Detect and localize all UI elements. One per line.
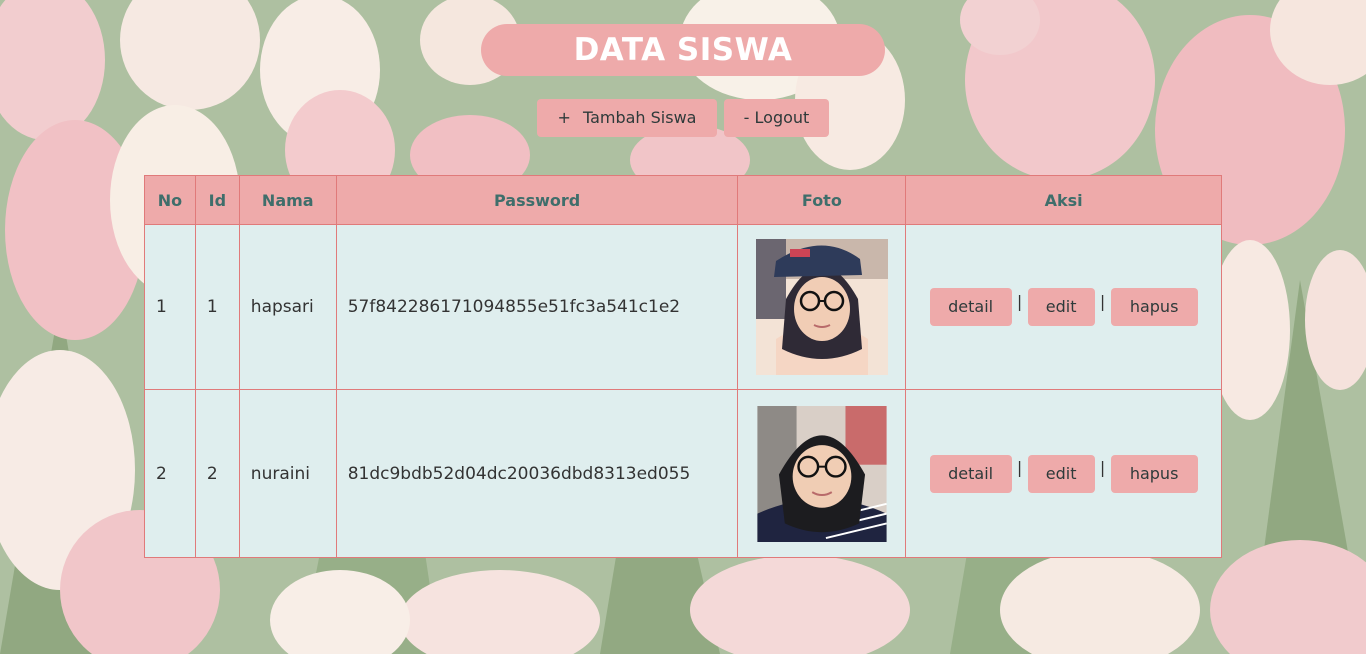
- column-header-password: Password: [335, 175, 739, 225]
- student-photo: [757, 405, 887, 542]
- action-group: detail | edit | hapus: [929, 454, 1198, 493]
- action-separator: |: [1016, 291, 1023, 311]
- logout-button[interactable]: - Logout: [724, 99, 829, 137]
- cell-nama: nuraini: [238, 389, 337, 558]
- action-group: detail | edit | hapus: [929, 288, 1198, 326]
- add-student-label: Tambah Siswa: [582, 108, 697, 127]
- cell-nama: hapsari: [238, 224, 337, 390]
- detail-button[interactable]: detail: [929, 454, 1012, 493]
- edit-button[interactable]: edit: [1027, 288, 1095, 326]
- cell-id: 1: [194, 224, 240, 390]
- column-header-no: No: [144, 175, 196, 225]
- action-separator: |: [1016, 458, 1023, 477]
- column-header-aksi: Aksi: [905, 175, 1222, 225]
- column-header-nama: Nama: [238, 175, 337, 225]
- detail-button[interactable]: detail: [929, 288, 1012, 326]
- cell-no: 2: [144, 389, 196, 558]
- cell-no: 1: [144, 224, 196, 390]
- cell-id: 2: [194, 389, 240, 558]
- column-header-foto: Foto: [737, 175, 907, 225]
- cell-foto: [737, 224, 907, 390]
- add-student-button[interactable]: + Tambah Siswa: [537, 99, 717, 137]
- delete-button[interactable]: hapus: [1110, 454, 1198, 493]
- column-header-id: Id: [194, 175, 240, 225]
- cell-password: 57f842286171094855e51fc3a541c1e2: [335, 224, 739, 390]
- action-separator: |: [1099, 458, 1106, 477]
- cell-aksi: detail | edit | hapus: [905, 224, 1222, 390]
- table-row: 2 2 nuraini 81dc9bdb52d04dc20036dbd8313e…: [144, 389, 1222, 558]
- cell-foto: [737, 389, 907, 558]
- page-title: DATA SISWA: [481, 24, 885, 76]
- student-photo: [755, 239, 888, 375]
- edit-button[interactable]: edit: [1027, 454, 1095, 493]
- cell-aksi: detail | edit | hapus: [905, 389, 1222, 558]
- delete-button[interactable]: hapus: [1110, 288, 1198, 326]
- action-separator: |: [1099, 291, 1106, 311]
- plus-icon: +: [557, 108, 571, 127]
- cell-password: 81dc9bdb52d04dc20036dbd8313ed055: [335, 389, 739, 558]
- student-table: No Id Nama Password Foto Aksi 1 1 hapsar…: [144, 175, 1222, 558]
- page-content: DATA SISWA + Tambah Siswa - Logout No Id …: [0, 0, 1366, 654]
- table-header-row: No Id Nama Password Foto Aksi: [144, 175, 1222, 225]
- table-row: 1 1 hapsari 57f842286171094855e51fc3a541…: [144, 224, 1222, 390]
